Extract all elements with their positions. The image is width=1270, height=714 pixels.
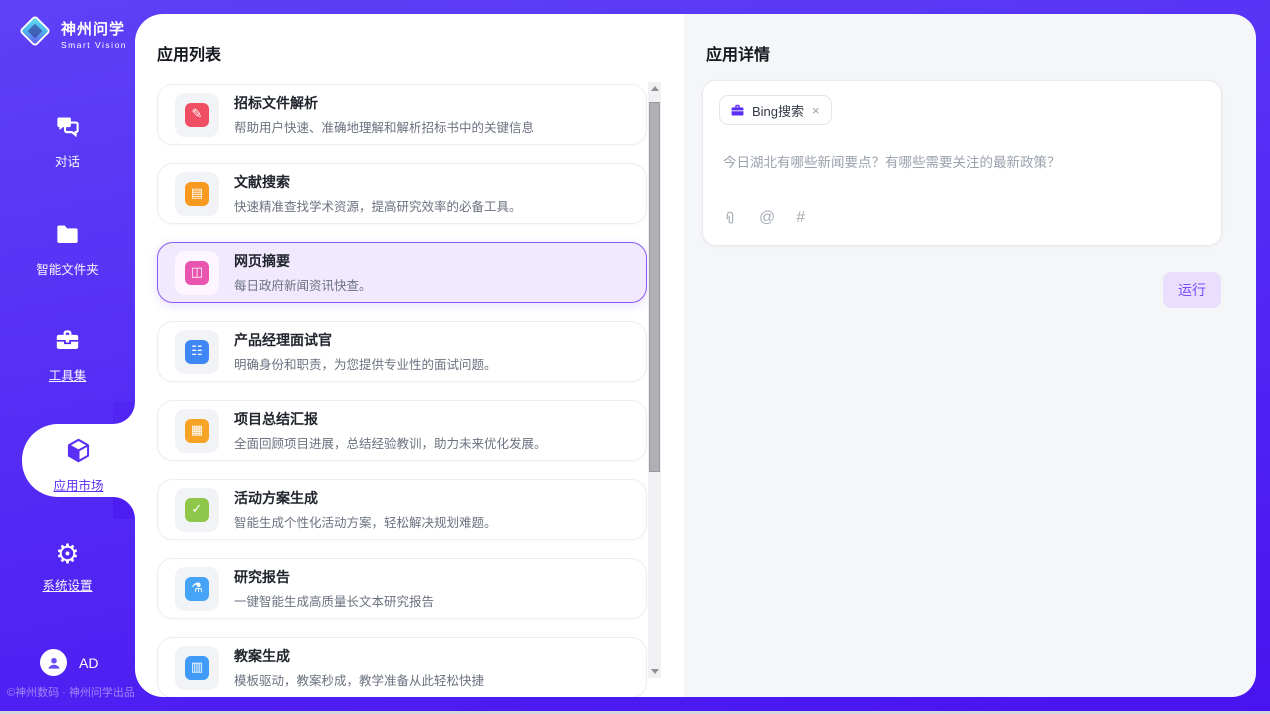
app-card-desc: 全面回顾项目进展，总结经验教训，助力未来优化发展。 (234, 433, 547, 452)
prompt-input[interactable]: 今日湖北有哪些新闻要点？有哪些需要关注的最新政策？ (723, 151, 1201, 171)
edit-icon: ✎ (175, 93, 219, 137)
avatar (40, 649, 67, 676)
app-card-research-report[interactable]: ⚗ 研究报告 一键智能生成高质量长文本研究报告 (157, 558, 647, 619)
tab-curve-bottom (113, 497, 135, 519)
app-card-project-summary[interactable]: ▦ 项目总结汇报 全面回顾项目进展，总结经验教训，助力未来优化发展。 (157, 400, 647, 461)
sidebar-item-label: 对话 (0, 151, 135, 170)
sidebar-item-toolset[interactable]: 工具集 (0, 326, 135, 384)
diamond-logo-icon (16, 12, 54, 55)
app-card-tender-parse[interactable]: ✎ 招标文件解析 帮助用户快速、准确地理解和解析招标书中的关键信息 (157, 84, 647, 145)
book-icon: ▤ (175, 172, 219, 216)
app-card-desc: 模板驱动，教案秒成，教学准备从此轻松快捷 (234, 670, 484, 689)
paperclip-icon[interactable] (722, 210, 738, 227)
scrollbar-thumb[interactable] (649, 102, 660, 472)
main-content: 应用列表 ✎ 招标文件解析 帮助用户快速、准确地理解和解析招标书中的关键信息 ▤… (135, 14, 1256, 697)
app-card-web-summary[interactable]: ◫ 网页摘要 每日政府新闻资讯快查。 (157, 242, 647, 303)
notepad-icon: ▦ (175, 409, 219, 453)
sidebar-item-app-market[interactable]: 应用市场 (22, 424, 135, 497)
app-card-title: 活动方案生成 (234, 488, 497, 508)
research-icon: ⚗ (175, 567, 219, 611)
clipboard-check-icon: ✓ (175, 488, 219, 532)
list-scrollbar[interactable] (648, 82, 661, 678)
brand-logo: 神州问学 Smart Vision (16, 12, 127, 55)
hashtag-icon[interactable]: # (796, 209, 805, 227)
sidebar-item-label: 工具集 (0, 365, 135, 384)
app-list-title: 应用列表 (157, 41, 221, 65)
app-list-panel: 应用列表 ✎ 招标文件解析 帮助用户快速、准确地理解和解析招标书中的关键信息 ▤… (135, 14, 684, 697)
gear-icon: ⚙ (54, 541, 82, 569)
sidebar-item-label: 智能文件夹 (0, 259, 135, 278)
cube-icon (65, 436, 93, 464)
app-detail-panel: 应用详情 Bing搜索 × 今日湖北有哪些新闻要点？有哪些需要关注的最新政策？ (684, 14, 1256, 697)
tool-tag-label: Bing搜索 (752, 101, 804, 120)
close-icon[interactable]: × (811, 103, 821, 118)
app-card-list: ✎ 招标文件解析 帮助用户快速、准确地理解和解析招标书中的关键信息 ▤ 文献搜索… (157, 84, 647, 697)
sidebar-item-label: 系统设置 (0, 575, 135, 594)
brand-subtitle: Smart Vision (61, 40, 127, 50)
attachment-toolbar: @ # (722, 209, 805, 227)
sidebar-item-smart-folder[interactable]: 智能文件夹 (0, 220, 135, 278)
app-card-desc: 快速精准查找学术资源，提高研究效率的必备工具。 (234, 196, 522, 215)
webpage-code-icon: ◫ (175, 251, 219, 295)
brand-name: 神州问学 (61, 21, 125, 38)
app-card-desc: 明确身份和职责，为您提供专业性的面试问题。 (234, 354, 497, 373)
prompt-card: Bing搜索 × 今日湖北有哪些新闻要点？有哪些需要关注的最新政策？ @ # (702, 80, 1222, 246)
tool-tag-bing-search[interactable]: Bing搜索 × (719, 95, 832, 125)
sidebar: 神州问学 Smart Vision 对话 智能文件夹 工具集 (0, 0, 135, 714)
app-card-desc: 每日政府新闻资讯快查。 (234, 275, 372, 294)
sidebar-item-chat[interactable]: 对话 (0, 112, 135, 170)
books-icon: ▥ (175, 646, 219, 690)
copyright-text: ©神州数码 · 神州问学出品 (7, 684, 135, 700)
app-detail-title: 应用详情 (706, 41, 770, 65)
app-card-title: 研究报告 (234, 567, 434, 587)
chat-icon (54, 112, 82, 140)
interview-icon: ☷ (175, 330, 219, 374)
app-card-event-plan[interactable]: ✓ 活动方案生成 智能生成个性化活动方案，轻松解决规划难题。 (157, 479, 647, 540)
user-name: AD (79, 655, 98, 671)
app-card-title: 招标文件解析 (234, 93, 534, 113)
app-card-literature-search[interactable]: ▤ 文献搜索 快速精准查找学术资源，提高研究效率的必备工具。 (157, 163, 647, 224)
app-card-title: 产品经理面试官 (234, 330, 497, 350)
sidebar-item-label: 应用市场 (22, 475, 135, 494)
briefcase-icon (730, 103, 745, 118)
app-card-desc: 帮助用户快速、准确地理解和解析招标书中的关键信息 (234, 117, 534, 136)
app-card-lesson-plan[interactable]: ▥ 教案生成 模板驱动，教案秒成，教学准备从此轻松快捷 (157, 637, 647, 697)
app-card-title: 文献搜索 (234, 172, 522, 192)
app-card-title: 教案生成 (234, 646, 484, 666)
run-button[interactable]: 运行 (1163, 272, 1221, 308)
app-card-pm-interviewer[interactable]: ☷ 产品经理面试官 明确身份和职责，为您提供专业性的面试问题。 (157, 321, 647, 382)
sidebar-item-settings[interactable]: ⚙ 系统设置 (0, 541, 135, 594)
mention-icon[interactable]: @ (759, 209, 775, 227)
app-card-title: 项目总结汇报 (234, 409, 547, 429)
tab-curve-top (113, 402, 135, 424)
user-account[interactable]: AD (40, 649, 98, 676)
toolbox-icon (54, 326, 82, 354)
app-card-desc: 一键智能生成高质量长文本研究报告 (234, 591, 434, 610)
folder-icon (54, 220, 82, 248)
app-card-title: 网页摘要 (234, 251, 372, 271)
scroll-up-icon[interactable] (648, 82, 661, 95)
app-card-desc: 智能生成个性化活动方案，轻松解决规划难题。 (234, 512, 497, 531)
scroll-down-icon[interactable] (648, 665, 661, 678)
